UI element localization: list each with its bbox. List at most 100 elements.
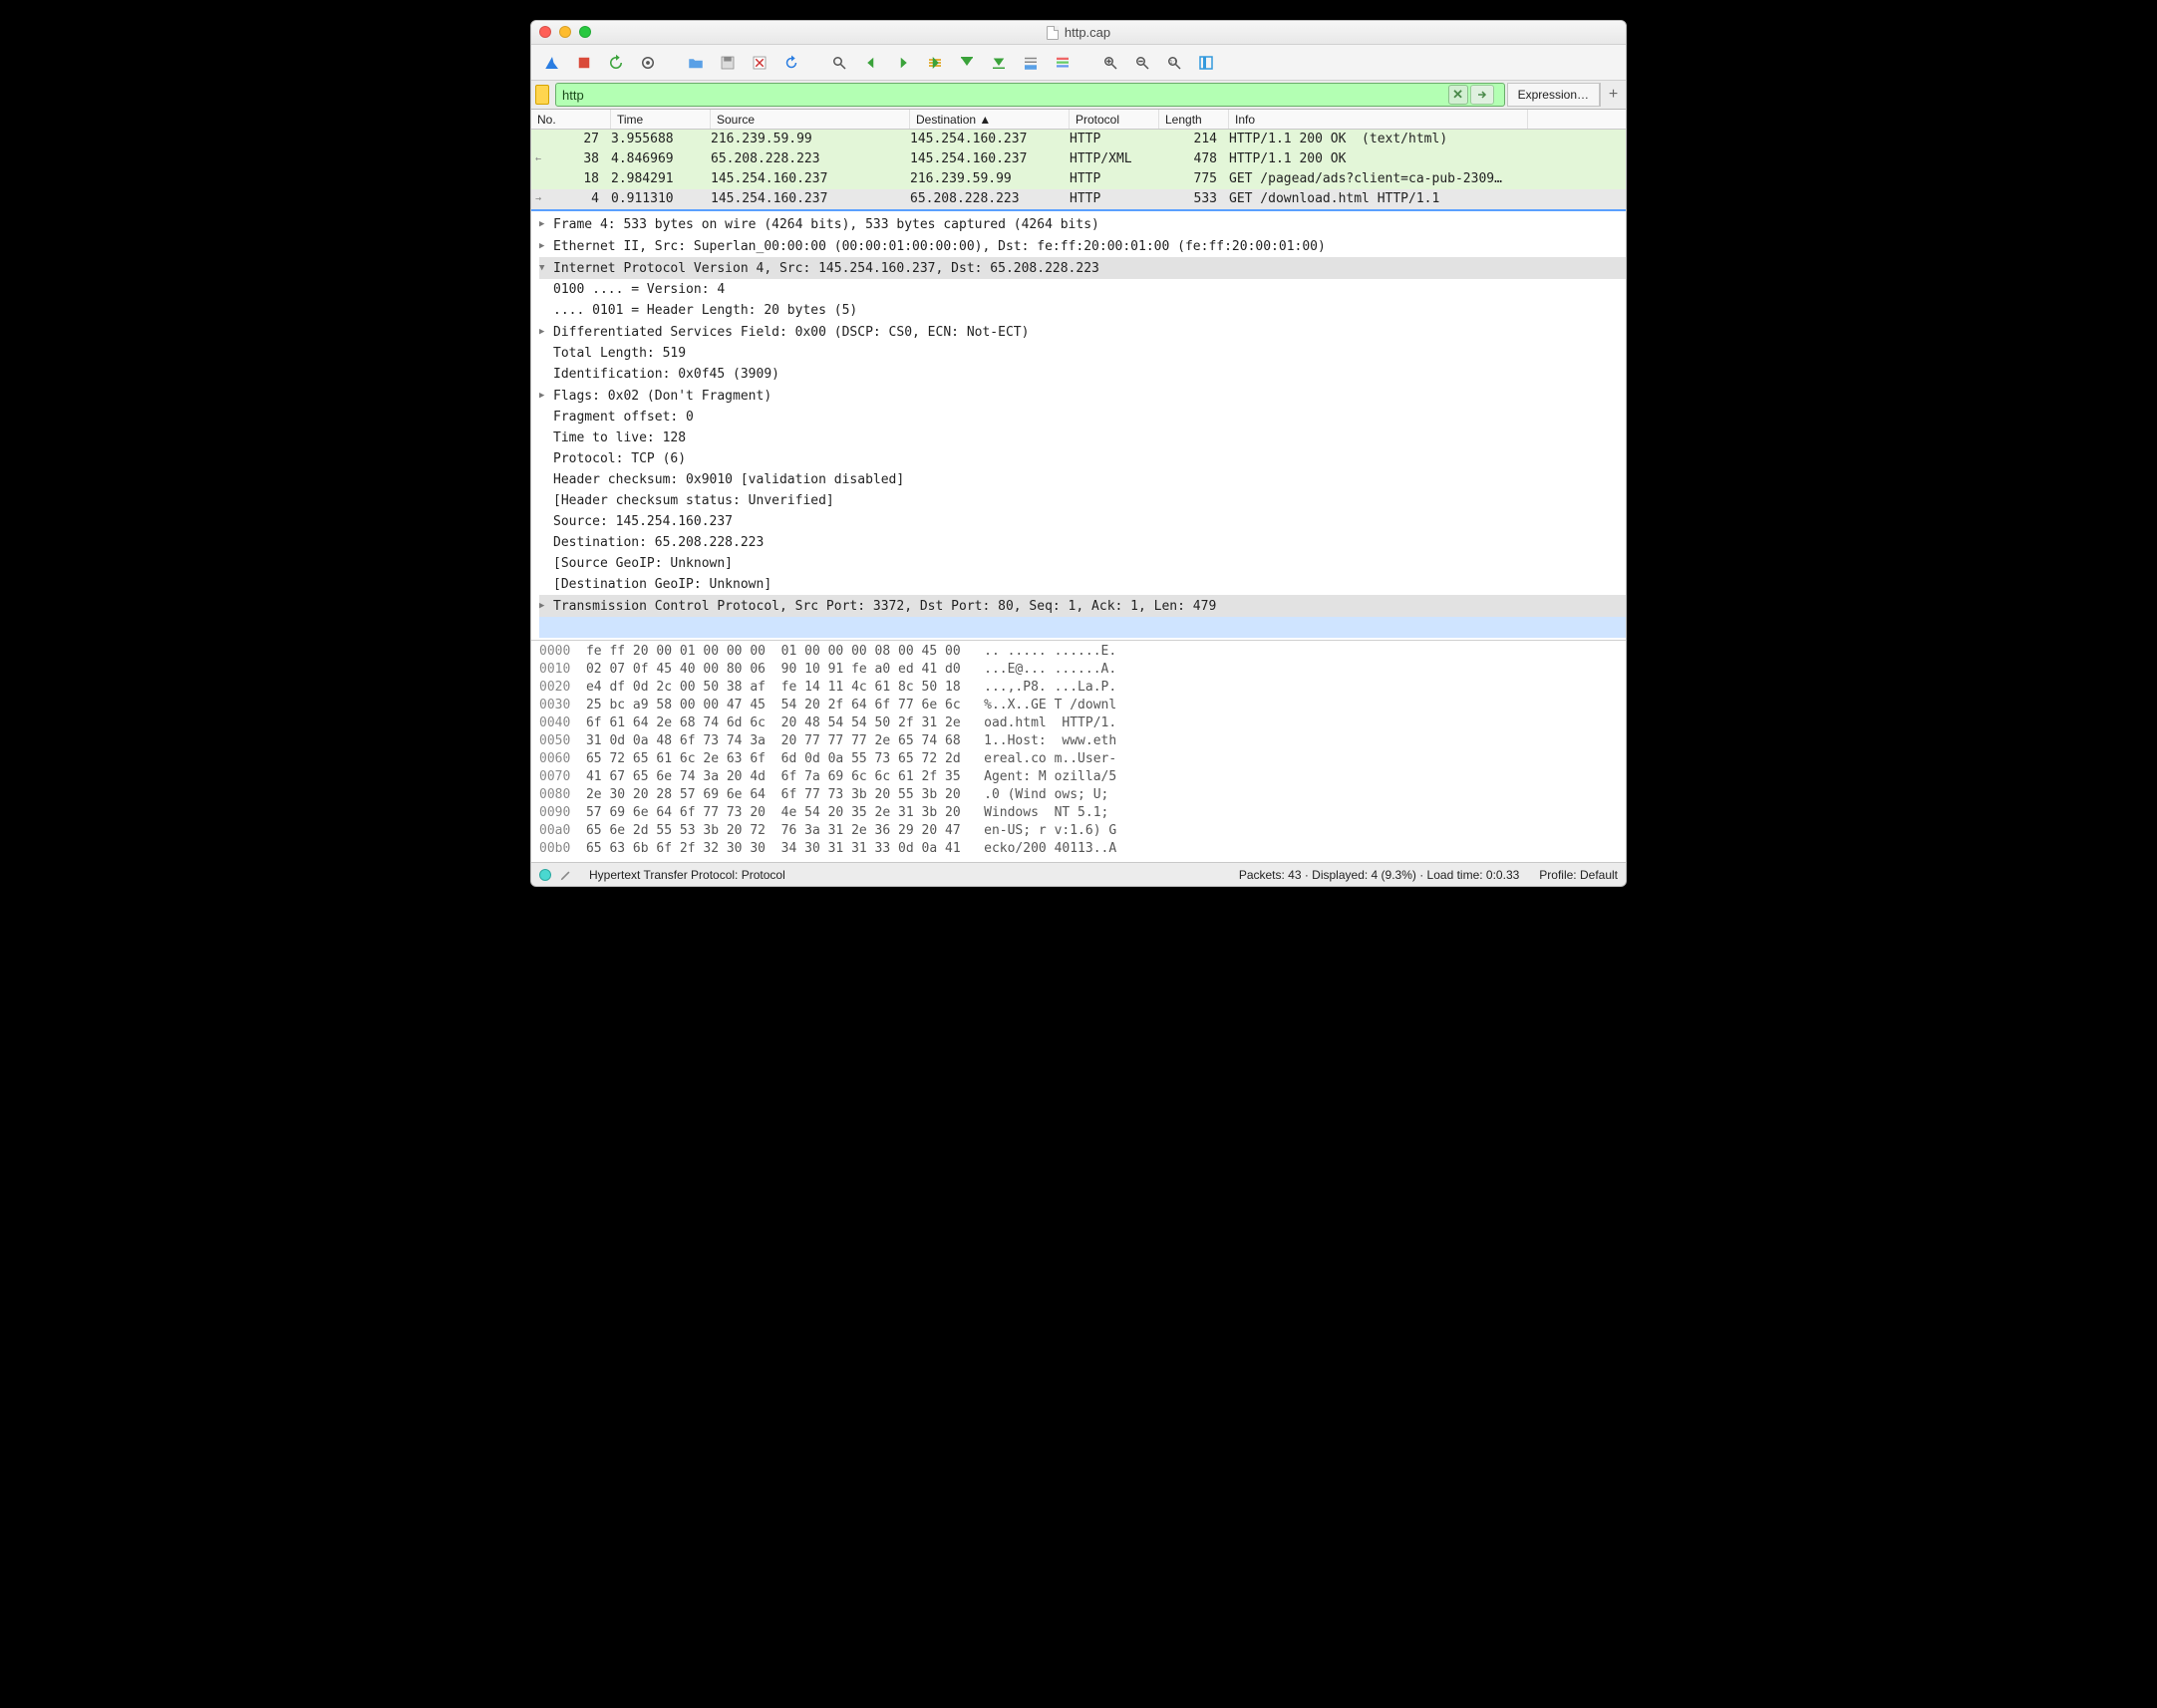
disclosure-triangle-icon[interactable] [539, 385, 549, 407]
disclosure-triangle-icon[interactable] [539, 213, 549, 235]
hex-row[interactable]: 00a0 65 6e 2d 55 53 3b 20 72 76 3a 31 2e… [539, 822, 1618, 840]
status-bar: Hypertext Transfer Protocol: Protocol Pa… [531, 862, 1626, 886]
column-header[interactable]: No. [531, 110, 611, 129]
open-file-button[interactable] [683, 50, 709, 76]
expert-info-icon[interactable] [539, 869, 551, 881]
detail-row[interactable]: Destination: 65.208.228.223 [539, 532, 1626, 553]
packet-row[interactable]: →40.911310145.254.160.23765.208.228.223H… [531, 189, 1626, 209]
zoom-out-button[interactable] [1129, 50, 1155, 76]
detail-row[interactable]: Flags: 0x02 (Don't Fragment) [539, 385, 1626, 407]
zoom-in-button[interactable] [1097, 50, 1123, 76]
detail-row[interactable]: Time to live: 128 [539, 427, 1626, 448]
hex-row[interactable]: 0050 31 0d 0a 48 6f 73 74 3a 20 77 77 77… [539, 732, 1618, 750]
disclosure-triangle-icon[interactable] [539, 235, 549, 257]
detail-row[interactable]: Ethernet II, Src: Superlan_00:00:00 (00:… [539, 235, 1626, 257]
go-back-button[interactable] [858, 50, 884, 76]
add-filter-button[interactable]: + [1600, 83, 1626, 107]
save-file-button[interactable] [715, 50, 741, 76]
disclosure-triangle-icon [539, 469, 549, 490]
disclosure-triangle-icon [539, 511, 549, 532]
hex-row[interactable]: 0070 41 67 65 6e 74 3a 20 4d 6f 7a 69 6c… [539, 768, 1618, 786]
go-to-packet-button[interactable] [922, 50, 948, 76]
resize-columns-button[interactable] [1193, 50, 1219, 76]
packet-row[interactable]: 273.955688216.239.59.99145.254.160.237HT… [531, 130, 1626, 149]
hex-row[interactable]: 00b0 65 63 6b 6f 2f 32 30 30 34 30 31 31… [539, 840, 1618, 858]
detail-row[interactable]: Identification: 0x0f45 (3909) [539, 364, 1626, 385]
colorize-button[interactable] [1050, 50, 1076, 76]
detail-row[interactable]: Transmission Control Protocol, Src Port:… [539, 595, 1626, 617]
detail-row[interactable]: .... 0101 = Header Length: 20 bytes (5) [539, 300, 1626, 321]
hex-row[interactable]: 0010 02 07 0f 45 40 00 80 06 90 10 91 fe… [539, 661, 1618, 679]
find-packet-button[interactable] [826, 50, 852, 76]
detail-row[interactable]: Frame 4: 533 bytes on wire (4264 bits), … [539, 213, 1626, 235]
hex-row[interactable]: 0000 fe ff 20 00 01 00 00 00 01 00 00 00… [539, 643, 1618, 661]
column-header[interactable]: Protocol [1070, 110, 1159, 129]
clear-filter-button[interactable]: ✕ [1448, 85, 1468, 105]
packet-cell: HTTP [1064, 169, 1153, 189]
packet-cell: 214 [1153, 130, 1223, 149]
detail-row[interactable]: 0100 .... = Version: 4 [539, 279, 1626, 300]
column-header[interactable]: Length [1159, 110, 1229, 129]
packet-row[interactable]: 182.984291145.254.160.237216.239.59.99HT… [531, 169, 1626, 189]
minimize-window-button[interactable] [559, 26, 571, 38]
column-header[interactable]: Time [611, 110, 711, 129]
detail-row[interactable]: Total Length: 519 [539, 343, 1626, 364]
reload-file-button[interactable] [778, 50, 804, 76]
packet-cell: 145.254.160.237 [705, 169, 904, 189]
disclosure-triangle-icon[interactable] [539, 595, 549, 617]
close-window-button[interactable] [539, 26, 551, 38]
capture-options-button[interactable] [635, 50, 661, 76]
column-header[interactable]: Source [711, 110, 910, 129]
status-profile[interactable]: Profile: Default [1539, 868, 1618, 882]
column-header[interactable]: Destination ▲ [910, 110, 1070, 129]
detail-row[interactable]: Protocol: TCP (6) [539, 448, 1626, 469]
display-filter-input[interactable]: http ✕ [555, 83, 1505, 107]
hex-row[interactable]: 0040 6f 61 64 2e 68 74 6d 6c 20 48 54 54… [539, 714, 1618, 732]
go-first-packet-button[interactable] [954, 50, 980, 76]
zoom-window-button[interactable] [579, 26, 591, 38]
expression-button[interactable]: Expression… [1507, 83, 1600, 107]
hex-row[interactable]: 0090 57 69 6e 64 6f 77 73 20 4e 54 20 35… [539, 804, 1618, 822]
close-file-button[interactable] [747, 50, 772, 76]
packet-details-pane[interactable]: Frame 4: 533 bytes on wire (4264 bits), … [531, 211, 1626, 640]
detail-row[interactable]: [Header checksum status: Unverified] [539, 490, 1626, 511]
hex-row[interactable]: 0030 25 bc a9 58 00 00 47 45 54 20 2f 64… [539, 697, 1618, 714]
zoom-reset-button[interactable]: 1:1 [1161, 50, 1187, 76]
detail-row[interactable]: Source: 145.254.160.237 [539, 511, 1626, 532]
detail-text: [Header checksum status: Unverified] [553, 490, 834, 511]
go-last-packet-button[interactable] [986, 50, 1012, 76]
app-window: http.cap 1:1 http ✕ Expressio [530, 20, 1627, 887]
traffic-lights [539, 26, 591, 38]
autoscroll-button[interactable] [1018, 50, 1044, 76]
detail-row[interactable]: Fragment offset: 0 [539, 407, 1626, 427]
hex-row[interactable]: 0020 e4 df 0d 2c 00 50 38 af fe 14 11 4c… [539, 679, 1618, 697]
restart-capture-button[interactable] [603, 50, 629, 76]
hex-row[interactable]: 0060 65 72 65 61 6c 2e 63 6f 6d 0d 0a 55… [539, 750, 1618, 768]
apply-filter-button[interactable] [1470, 85, 1494, 105]
go-forward-button[interactable] [890, 50, 916, 76]
detail-row[interactable]: Differentiated Services Field: 0x00 (DSC… [539, 321, 1626, 343]
detail-text: Transmission Control Protocol, Src Port:… [553, 596, 1216, 617]
detail-row[interactable]: Header checksum: 0x9010 [validation disa… [539, 469, 1626, 490]
edit-icon[interactable] [559, 868, 573, 882]
detail-text: 0100 .... = Version: 4 [553, 279, 725, 300]
column-header[interactable]: Info [1229, 110, 1528, 129]
packet-bytes-pane[interactable]: 0000 fe ff 20 00 01 00 00 00 01 00 00 00… [531, 640, 1626, 862]
detail-row[interactable]: [Source GeoIP: Unknown] [539, 553, 1626, 574]
detail-row[interactable] [539, 617, 1626, 638]
bookmark-icon[interactable] [535, 85, 549, 105]
packet-list[interactable]: 273.955688216.239.59.99145.254.160.237HT… [531, 130, 1626, 209]
detail-row[interactable]: [Destination GeoIP: Unknown] [539, 574, 1626, 595]
disclosure-triangle-icon [539, 532, 549, 553]
shark-fin-icon[interactable] [539, 50, 565, 76]
disclosure-triangle-icon[interactable] [539, 321, 549, 343]
packet-list-header[interactable]: No.TimeSourceDestination ▲ProtocolLength… [531, 110, 1626, 130]
stop-capture-button[interactable] [571, 50, 597, 76]
detail-text: Frame 4: 533 bytes on wire (4264 bits), … [553, 214, 1099, 235]
detail-row[interactable]: Internet Protocol Version 4, Src: 145.25… [539, 257, 1626, 279]
packet-cell: GET /download.html HTTP/1.1 [1223, 189, 1582, 209]
packet-row[interactable]: ←384.84696965.208.228.223145.254.160.237… [531, 149, 1626, 169]
disclosure-triangle-icon[interactable] [539, 257, 549, 279]
hex-row[interactable]: 0080 2e 30 20 28 57 69 6e 64 6f 77 73 3b… [539, 786, 1618, 804]
main-toolbar: 1:1 [531, 45, 1626, 81]
